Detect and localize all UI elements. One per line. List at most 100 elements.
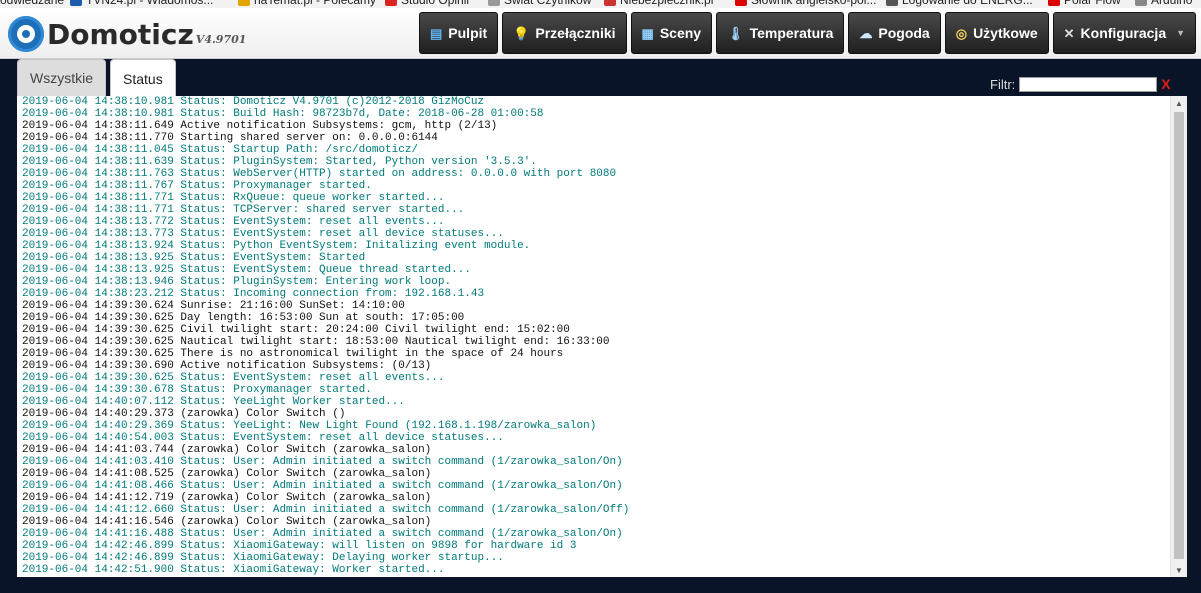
bookmark-item[interactable]: Słownik angielsko-pol... bbox=[735, 0, 876, 7]
log-line: 2019-06-04 14:40:29.369 Status: YeeLight… bbox=[22, 420, 597, 432]
bookmark-item[interactable]: odwiedzane bbox=[0, 0, 64, 7]
log-line: 2019-06-04 14:38:13.925 Status: EventSys… bbox=[22, 252, 366, 264]
nav-button-7[interactable]: ✕ Konfiguracja ▼ bbox=[1052, 12, 1197, 54]
bookmark-label: Słownik angielsko-pol... bbox=[751, 0, 877, 7]
bookmark-item[interactable]: Polar Flow bbox=[1048, 0, 1121, 7]
nav-button-label: Użytkowe bbox=[973, 25, 1038, 41]
bookmark-item[interactable]: Studio Opinii bbox=[385, 0, 469, 7]
bookmark-item[interactable]: naTemat.pl - Polecamy bbox=[238, 0, 376, 7]
bookmark-item[interactable]: Niebezpiecznik.pl bbox=[604, 0, 713, 7]
filter-bar: Filtr: X bbox=[990, 76, 1171, 92]
polar-icon bbox=[1048, 0, 1060, 6]
log-line: 2019-06-04 14:41:08.466 Status: User: Ad… bbox=[22, 480, 623, 492]
log-line: 2019-06-04 14:40:54.003 Status: EventSys… bbox=[22, 432, 504, 444]
main-nav: ▤ Pulpit 💡 Przełączniki ▦ Sceny 🌡 Temperatura ☁ P… bbox=[419, 12, 1197, 54]
domoticz-logo-icon bbox=[8, 16, 44, 52]
caret-down-icon: ▼ bbox=[1176, 28, 1186, 38]
nav-button-2[interactable]: 💡 Przełączniki bbox=[502, 12, 627, 54]
log-line: 2019-06-04 14:42:51.900 Status: XiaomiGa… bbox=[22, 564, 445, 576]
scroll-thumb[interactable] bbox=[1174, 112, 1184, 559]
natemat-icon bbox=[238, 0, 250, 6]
filter-input[interactable] bbox=[1019, 76, 1158, 92]
bookmark-item[interactable]: Arduino bbox=[1135, 0, 1192, 7]
log-line: 2019-06-04 14:38:13.773 Status: EventSys… bbox=[22, 228, 504, 240]
log-scrollbar[interactable]: ▲ ▼ bbox=[1170, 96, 1187, 577]
log-line: 2019-06-04 14:38:11.771 Status: RxQueue:… bbox=[22, 192, 445, 204]
bookmark-label: Logowanie do ENERG... bbox=[902, 0, 1033, 7]
tools-icon: ✕ bbox=[1063, 25, 1075, 41]
app-version: V4.9701 bbox=[195, 33, 247, 46]
arduino-icon bbox=[1135, 0, 1147, 6]
nav-button-label: Konfiguracja bbox=[1080, 25, 1167, 41]
log-line: 2019-06-04 14:41:12.660 Status: User: Ad… bbox=[22, 504, 630, 516]
tab-2[interactable]: Status bbox=[110, 59, 176, 97]
log-line: 2019-06-04 14:38:23.212 Status: Incoming… bbox=[22, 288, 485, 300]
log-line: 2019-06-04 14:40:07.112 Status: YeeLight… bbox=[22, 396, 405, 408]
app-name: Domoticz bbox=[47, 18, 194, 51]
nav-button-label: Temperatura bbox=[749, 25, 834, 41]
nav-button-5[interactable]: ☁ Pogoda bbox=[848, 12, 941, 54]
nav-button-4[interactable]: 🌡 Temperatura bbox=[716, 12, 845, 54]
log-line: 2019-06-04 14:38:13.772 Status: EventSys… bbox=[22, 216, 445, 228]
nav-button-3[interactable]: ▦ Sceny bbox=[630, 12, 713, 54]
weather-icon: ☁ bbox=[859, 25, 873, 41]
nav-button-label: Pulpit bbox=[448, 25, 488, 41]
logo[interactable]: Domoticz V4.9701 bbox=[8, 16, 246, 52]
slownik-icon bbox=[735, 0, 747, 6]
log-line: 2019-06-04 14:41:03.744 (zarowka) Color … bbox=[22, 444, 432, 456]
nav-button-label: Sceny bbox=[659, 25, 702, 41]
bookmark-label: TVN24.pl - Wiadomoś... bbox=[86, 0, 214, 7]
log-line: 2019-06-04 14:38:10.981 Status: Domoticz… bbox=[22, 96, 485, 108]
log-line: 2019-06-04 14:39:30.678 Status: Proxyman… bbox=[22, 384, 372, 396]
dashboard-icon: ▤ bbox=[430, 25, 443, 41]
log-line: 2019-06-04 14:38:13.946 Status: PluginSy… bbox=[22, 276, 452, 288]
tab-1[interactable]: Wszystkie bbox=[17, 59, 106, 96]
log-line: 2019-06-04 14:41:03.410 Status: User: Ad… bbox=[22, 456, 623, 468]
log-line: 2019-06-04 14:38:11.639 Status: PluginSy… bbox=[22, 156, 537, 168]
clear-filter-icon[interactable]: X bbox=[1161, 76, 1170, 92]
log-line: 2019-06-04 14:39:30.625 Nautical twiligh… bbox=[22, 336, 610, 348]
thermometer-icon: 🌡 bbox=[727, 25, 744, 41]
scroll-down-icon[interactable]: ▼ bbox=[1171, 563, 1187, 577]
swiat-czytnikow-icon bbox=[488, 0, 500, 6]
bookmark-label: Świat Czytników bbox=[504, 0, 592, 7]
log-panel[interactable]: 2019-06-04 14:38:10.981 Status: Domoticz… bbox=[17, 96, 1187, 577]
log-line: 2019-06-04 14:41:12.719 (zarowka) Color … bbox=[22, 492, 432, 504]
log-line: 2019-06-04 14:38:11.767 Status: Proxyman… bbox=[22, 180, 372, 192]
bookmark-item[interactable]: Logowanie do ENERG... bbox=[886, 0, 1033, 7]
log-line: 2019-06-04 14:40:29.373 (zarowka) Color … bbox=[22, 408, 346, 420]
bookmark-label: Arduino bbox=[1151, 0, 1193, 7]
log-line: 2019-06-04 14:41:16.546 (zarowka) Color … bbox=[22, 516, 432, 528]
bookmark-item[interactable]: Świat Czytników bbox=[488, 0, 591, 7]
log-line: 2019-06-04 14:39:30.625 There is no astr… bbox=[22, 348, 564, 360]
studio-opinii-icon bbox=[385, 0, 397, 6]
nav-button-1[interactable]: ▤ Pulpit bbox=[419, 12, 499, 54]
log-line: 2019-06-04 14:39:30.624 Sunrise: 21:16:0… bbox=[22, 300, 405, 312]
bookmark-label: Studio Opinii bbox=[401, 0, 470, 7]
filter-label: Filtr: bbox=[990, 76, 1016, 92]
scroll-up-icon[interactable]: ▲ bbox=[1171, 96, 1187, 110]
log-line: 2019-06-04 14:38:10.981 Status: Build Ha… bbox=[22, 108, 544, 120]
log-line: 2019-06-04 14:39:30.625 Status: EventSys… bbox=[22, 372, 445, 384]
bookmark-label: odwiedzane bbox=[0, 0, 65, 7]
bookmark-label: Polar Flow bbox=[1064, 0, 1121, 7]
bookmark-label: Niebezpiecznik.pl bbox=[620, 0, 714, 7]
log-line: 2019-06-04 14:38:11.763 Status: WebServe… bbox=[22, 168, 617, 180]
energa-icon bbox=[886, 0, 898, 6]
bookmark-item[interactable]: TVN24.pl - Wiadomoś... bbox=[70, 0, 213, 7]
scenes-icon: ▦ bbox=[641, 25, 654, 41]
niebezpiecznik-icon bbox=[604, 0, 616, 6]
nav-button-label: Pogoda bbox=[878, 25, 930, 41]
log-line: 2019-06-04 14:41:08.525 (zarowka) Color … bbox=[22, 468, 432, 480]
bookmarks-bar: odwiedzane TVN24.pl - Wiadomoś... naTemat.… bbox=[0, 0, 1201, 8]
log-lines: 2019-06-04 14:38:10.981 Status: Domoticz… bbox=[22, 96, 1167, 576]
log-line: 2019-06-04 14:39:30.625 Day length: 16:5… bbox=[22, 312, 465, 324]
nav-button-label: Przełączniki bbox=[535, 25, 616, 41]
lightbulb-icon: 💡 bbox=[513, 25, 530, 41]
nav-button-6[interactable]: ◎ Użytkowe bbox=[944, 12, 1049, 54]
log-tabs: Wszystkie Status bbox=[17, 59, 176, 97]
log-line: 2019-06-04 14:41:16.488 Status: User: Ad… bbox=[22, 528, 623, 540]
log-line: 2019-06-04 14:38:11.649 Active notificat… bbox=[22, 120, 498, 132]
header: Domoticz V4.9701 ▤ Pulpit 💡 Przełączniki ▦ Sc… bbox=[0, 8, 1201, 59]
log-line: 2019-06-04 14:42:46.899 Status: XiaomiGa… bbox=[22, 552, 504, 564]
